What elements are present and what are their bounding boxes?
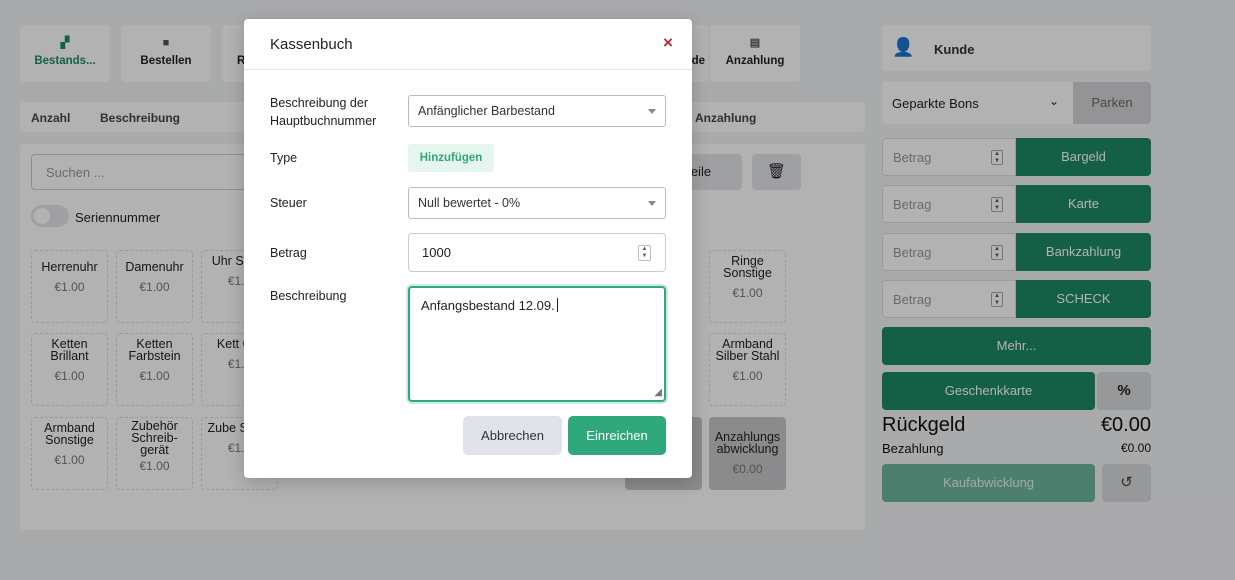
type-badge[interactable]: Hinzufügen — [408, 144, 494, 172]
caret-down-icon — [648, 109, 656, 114]
close-icon[interactable]: × — [663, 33, 673, 53]
resize-grip-icon[interactable]: ◢ — [654, 388, 662, 398]
cancel-button[interactable]: Abbrechen — [463, 416, 562, 455]
amount-label: Betrag — [270, 246, 307, 260]
ledger-description-select[interactable]: Anfänglicher Barbestand — [408, 95, 666, 127]
ledger-description-label: Beschreibung der Hauptbuchnummer — [270, 96, 377, 128]
spinner-icon[interactable]: ▲ ▼ — [638, 245, 651, 261]
description-label: Beschreibung — [270, 289, 347, 303]
submit-button[interactable]: Einreichen — [568, 416, 666, 455]
description-textarea[interactable]: Anfangsbestand 12.09. ◢ — [408, 286, 666, 402]
modal-title: Kassenbuch — [270, 36, 353, 53]
cashbook-modal: Kassenbuch × Beschreibung der Hauptbuchn… — [244, 19, 692, 478]
amount-field[interactable]: 1000 ▲ ▼ — [408, 233, 666, 272]
text-cursor — [556, 298, 558, 312]
caret-down-icon — [648, 201, 656, 206]
tax-select[interactable]: Null bewertet - 0% — [408, 187, 666, 219]
modal-header: Kassenbuch × — [244, 19, 692, 70]
type-label: Type — [270, 151, 298, 165]
tax-label: Steuer — [270, 196, 307, 210]
